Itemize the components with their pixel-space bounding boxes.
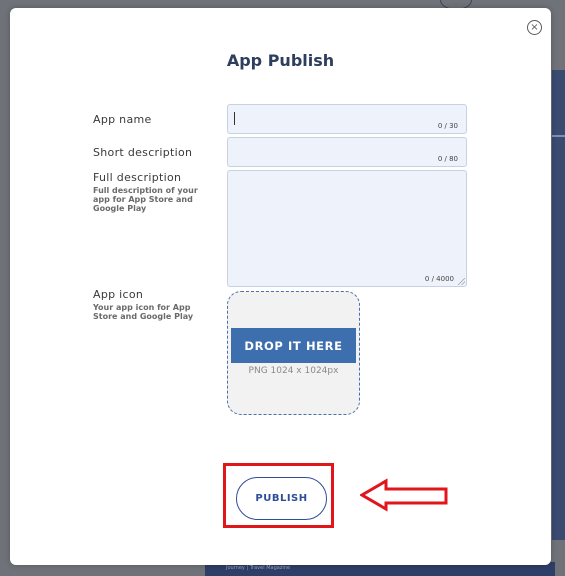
background-divider [552,135,565,137]
app-publish-modal: × App Publish App name 0 / 30 Short desc… [10,8,551,565]
full-description-counter: 0 / 4000 [424,275,454,283]
modal-title: App Publish [226,51,335,70]
app-icon-label: App icon [93,288,144,301]
text-caret [234,112,235,125]
app-name-input[interactable]: 0 / 30 [227,104,467,134]
full-description-label: Full description [93,171,182,184]
app-icon-hint: Your app icon for App Store and Google P… [93,303,194,321]
app-icon-dropzone[interactable]: DROP IT HERE PNG 1024 x 1024px [227,291,360,415]
left-arrow-icon [360,478,448,512]
resize-grip-icon[interactable] [458,278,465,285]
close-icon[interactable]: × [527,20,542,35]
publish-button[interactable]: PUBLISH [236,477,327,520]
drop-hint: PNG 1024 x 1024px [248,366,339,376]
short-description-input[interactable]: 0 / 80 [227,137,467,167]
full-description-textarea[interactable]: 0 / 4000 [227,170,467,287]
full-description-hint: Full description of your app for App Sto… [93,186,198,213]
short-description-counter: 0 / 80 [437,155,458,163]
short-description-label: Short description [93,146,193,159]
background-panel [552,70,565,540]
app-name-label: App name [93,113,152,126]
app-name-counter: 0 / 30 [437,122,458,130]
background-footer-text: Journey | Travel Magazine [226,565,291,571]
drop-it-here-button[interactable]: DROP IT HERE [231,328,356,363]
